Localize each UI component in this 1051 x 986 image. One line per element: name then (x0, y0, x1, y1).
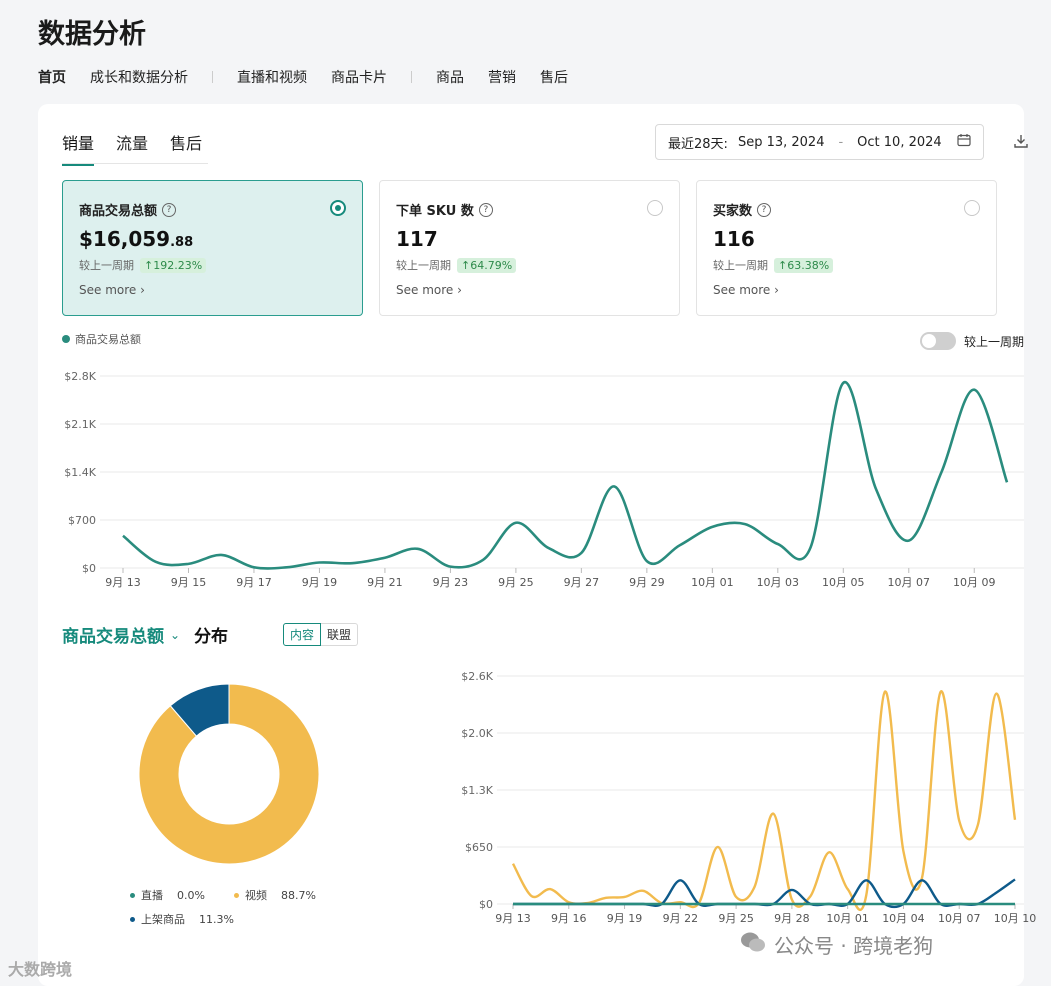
distribution-segment: 内容 联盟 (283, 623, 359, 646)
metric-title: 商品交易总额 (79, 204, 158, 219)
compare-toggle-wrap: 较上一周期 (920, 332, 1024, 350)
date-range-prefix: 最近28天: (668, 136, 728, 152)
distribution-title: 分布 (194, 627, 229, 647)
nav-item-3[interactable]: 直播和视频 (237, 67, 307, 87)
nav-separator (411, 71, 412, 83)
legend-item-listing: 上架商品 11.3% (130, 911, 234, 927)
date-end: Oct 10, 2024 (857, 134, 942, 150)
top-nav: 首页 成长和数据分析 直播和视频 商品卡片 商品 营销 售后 (38, 66, 592, 88)
distribution-header: 商品交易总额 ⌄ 分布 (62, 622, 228, 647)
metric-value: 117 (396, 227, 438, 251)
page-title: 数据分析 (38, 19, 146, 50)
wechat-icon (740, 931, 766, 958)
metric-radio[interactable] (330, 200, 346, 216)
compare-toggle[interactable] (920, 332, 956, 350)
help-icon[interactable]: ? (757, 202, 772, 217)
legend-label: 商品交易总额 (75, 333, 141, 346)
chevron-right-icon: › (140, 283, 145, 297)
metric-value-decimal: .88 (170, 235, 194, 250)
date-range-picker[interactable]: 最近28天: Sep 13, 2024 - Oct 10, 2024 (655, 124, 984, 160)
metric-radio[interactable] (964, 200, 980, 216)
calendar-icon (957, 133, 971, 151)
nav-item-0[interactable]: 首页 (38, 67, 66, 87)
date-start: Sep 13, 2024 (737, 134, 825, 150)
nav-item-4[interactable]: 商品卡片 (331, 67, 387, 87)
donut-legend: 直播 0.0% 视频 88.7% 上架商品 11.3% (130, 883, 338, 931)
chevron-down-icon[interactable]: ⌄ (170, 628, 180, 642)
date-separator: - (838, 134, 844, 150)
metric-value: 116 (713, 227, 755, 251)
metric-card-gmv[interactable]: 商品交易总额? $16,059.88 较上一周期 ↑192.23% See mor… (62, 180, 363, 316)
metric-selector[interactable]: 商品交易总额 (62, 622, 164, 647)
legend-item-live: 直播 0.0% (130, 887, 234, 903)
change-badge: ↑63.38% (774, 257, 834, 273)
compare-label: 较上一周期 (396, 259, 451, 272)
legend-item-video: 视频 88.7% (234, 887, 338, 903)
metric-value: $16,059 (79, 227, 171, 251)
change-badge: ↑192.23% (140, 257, 207, 273)
sub-tabs: 销量 流量 售后 (62, 130, 224, 166)
compare-label: 较上一周期 (79, 259, 134, 272)
tab-sales[interactable]: 销量 (62, 130, 95, 166)
legend-dot (62, 335, 70, 343)
nav-item-8[interactable]: 售后 (540, 67, 568, 87)
nav-separator (212, 71, 213, 83)
help-icon[interactable]: ? (478, 202, 493, 217)
nav-item-6[interactable]: 商品 (436, 67, 464, 87)
brand-watermark: 大数跨境 (8, 960, 73, 979)
metric-card-buyers[interactable]: 买家数? 116 较上一周期 ↑63.38% See more › (696, 180, 997, 316)
metric-title: 买家数 (713, 204, 753, 219)
nav-item-1[interactable]: 成长和数据分析 (90, 67, 188, 87)
tab-traffic[interactable]: 流量 (116, 130, 148, 166)
compare-label: 较上一周期 (713, 259, 768, 272)
see-more-link[interactable]: See more › (79, 283, 145, 297)
see-more-link[interactable]: See more › (713, 283, 779, 297)
subtabs-divider (62, 163, 208, 164)
tab-after-sales[interactable]: 售后 (170, 130, 202, 166)
metric-title: 下单 SKU 数 (396, 204, 474, 219)
segment-affiliate[interactable]: 联盟 (321, 623, 359, 646)
compare-toggle-label: 较上一周期 (964, 334, 1025, 349)
segment-content[interactable]: 内容 (283, 623, 322, 646)
chevron-right-icon: › (457, 283, 462, 297)
change-badge: ↑64.79% (457, 257, 517, 273)
metric-card-sku[interactable]: 下单 SKU 数? 117 较上一周期 ↑64.79% See more › (379, 180, 680, 316)
wechat-watermark: 公众号 · 跨境老狗 (740, 930, 933, 959)
chevron-right-icon: › (774, 283, 779, 297)
main-chart-legend: 商品交易总额 (62, 331, 141, 347)
help-icon[interactable]: ? (162, 202, 177, 217)
metric-radio[interactable] (647, 200, 663, 216)
download-icon[interactable] (1012, 132, 1030, 150)
nav-item-7[interactable]: 营销 (488, 67, 516, 87)
see-more-link[interactable]: See more › (396, 283, 462, 297)
